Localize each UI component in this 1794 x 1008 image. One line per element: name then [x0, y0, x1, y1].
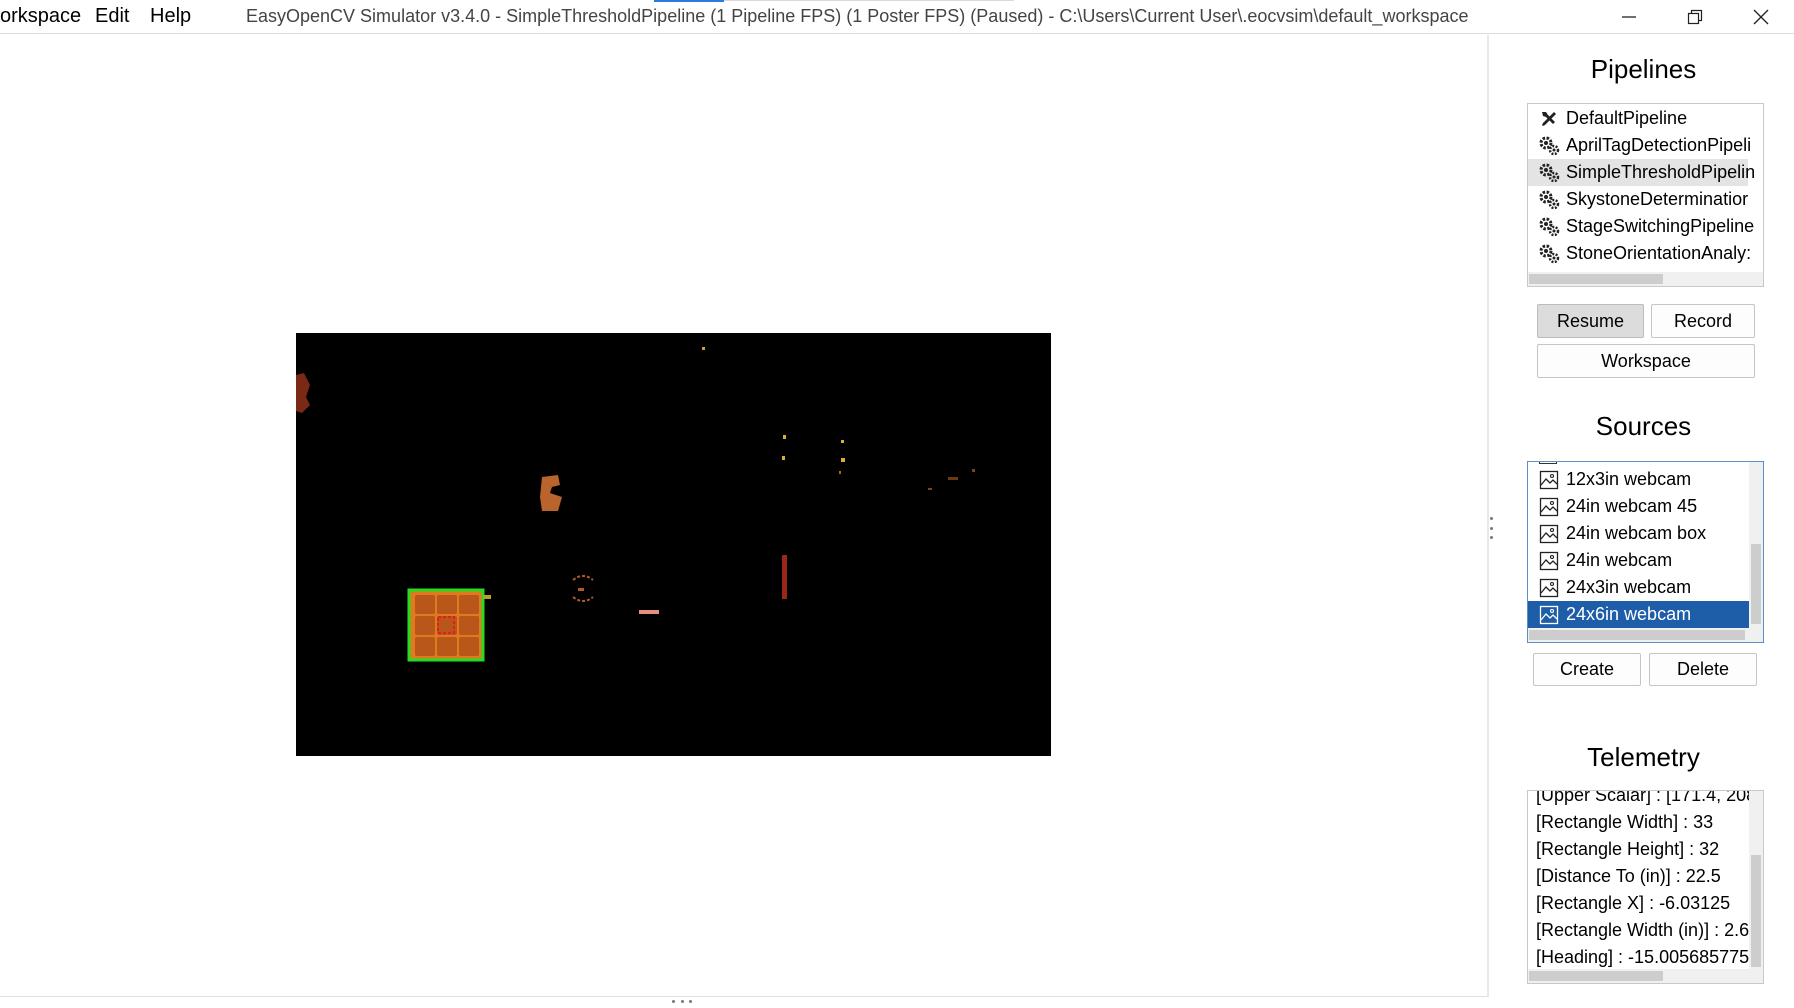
source-item-label: 24x6in webcam [1566, 604, 1692, 624]
viewport[interactable] [0, 35, 1488, 997]
image-icon [1538, 604, 1560, 626]
vertical-splitter[interactable] [1487, 35, 1489, 997]
telemetry-vertical-scrollbar[interactable] [1749, 791, 1763, 969]
sources-horizontal-scrollbar[interactable] [1528, 628, 1763, 642]
hammer-wrench-icon [1538, 108, 1560, 130]
sources-vertical-scrollbar[interactable] [1749, 462, 1763, 628]
telemetry-line: [Distance To (in)] : 22.5 [1536, 866, 1721, 886]
detected-object [407, 588, 491, 662]
pipeline-item-simplethreshold[interactable]: SimpleThresholdPipelin [1528, 159, 1755, 186]
scrollbar-thumb[interactable] [1751, 544, 1761, 624]
source-item-12x3in[interactable]: 12x3in webcam [1528, 466, 1749, 493]
gears-icon [1538, 243, 1560, 265]
source-item-24x3in[interactable]: 24x3in webcam [1528, 574, 1749, 601]
source-item-24x6in[interactable]: 24x6in webcam [1528, 601, 1749, 628]
source-item-label: 12x3in webcam [1566, 469, 1692, 489]
restore-icon [1687, 9, 1703, 25]
image-icon [1538, 523, 1560, 545]
scrollbar-thumb[interactable] [1529, 274, 1663, 284]
viewport-bottom-border [0, 996, 1488, 997]
side-panel: Pipelines DefaultPipeline AprilTagDetect… [1493, 35, 1794, 1008]
horizontal-splitter-handle[interactable] [672, 1000, 692, 1004]
pipeline-item-label: StageSwitchingPipeline [1566, 216, 1755, 236]
gears-icon [1538, 135, 1560, 157]
telemetry-title: Telemetry [1587, 742, 1700, 772]
menu-workspace[interactable]: orkspace [0, 5, 81, 28]
scrollbar-thumb[interactable] [1751, 855, 1761, 967]
source-item-label: 24x3in webcam [1566, 577, 1692, 597]
pipeline-item-skystone[interactable]: SkystoneDeterminatior [1528, 186, 1748, 213]
sources-title: Sources [1595, 411, 1692, 441]
gears-icon [1538, 189, 1560, 211]
pipeline-item-apriltag[interactable]: AprilTagDetectionPipeli [1528, 132, 1752, 159]
menu-help[interactable]: Help [150, 5, 191, 28]
sources-list[interactable]: 12x3in webcam 24in webcam 45 24in webcam… [1527, 461, 1764, 643]
pipeline-item-label: DefaultPipeline [1566, 108, 1688, 128]
telemetry-line: [Rectangle Height] : 32 [1536, 839, 1720, 859]
gears-icon [1538, 162, 1560, 184]
telemetry-list[interactable]: [Upper Scalar] : [171.4, 208 [Rectangle … [1527, 790, 1764, 984]
image-icon [1538, 550, 1560, 572]
gears-icon [1538, 216, 1560, 238]
resume-button[interactable]: Resume [1537, 304, 1644, 338]
pipeline-item-label: SkystoneDeterminatior [1566, 189, 1749, 209]
menu-edit[interactable]: Edit [95, 5, 129, 28]
source-item-24in[interactable]: 24in webcam [1528, 547, 1749, 574]
workspace-button[interactable]: Workspace [1537, 344, 1755, 378]
telemetry-line: [Rectangle X] : -6.03125 [1536, 893, 1731, 913]
title-accent [654, 0, 724, 2]
source-item-label: 24in webcam [1566, 550, 1673, 570]
close-icon [1753, 9, 1769, 25]
close-button[interactable] [1738, 2, 1784, 32]
image-icon [1538, 577, 1560, 599]
pipeline-item-defaultpipeline[interactable]: DefaultPipeline [1528, 105, 1748, 132]
pipeline-item-label: StoneOrientationAnaly: [1566, 243, 1752, 263]
record-button[interactable]: Record [1651, 304, 1755, 338]
minimize-button[interactable] [1606, 2, 1652, 32]
telemetry-line: [Rectangle Width (in)] : 2.64 [1536, 920, 1760, 940]
window-title: EasyOpenCV Simulator v3.4.0 - SimpleThre… [246, 6, 1469, 26]
pipelines-horizontal-scrollbar[interactable] [1528, 272, 1763, 286]
title-bar: orkspace Edit Help EasyOpenCV Simulator … [0, 0, 1794, 34]
scrollbar-thumb[interactable] [1529, 971, 1663, 981]
telemetry-line: [Rectangle Width] : 33 [1536, 812, 1714, 832]
telemetry-horizontal-scrollbar[interactable] [1528, 969, 1763, 983]
minimize-icon [1622, 16, 1636, 18]
pipeline-item-label: SimpleThresholdPipelin [1566, 162, 1756, 182]
image-icon [1538, 469, 1560, 491]
source-item-label: 24in webcam box [1566, 523, 1707, 543]
pipeline-item-stoneorientation[interactable]: StoneOrientationAnaly: [1528, 240, 1752, 267]
pipeline-item-stageswitching[interactable]: StageSwitchingPipeline [1528, 213, 1754, 240]
pipeline-item-label: AprilTagDetectionPipeli [1566, 135, 1752, 155]
image-icon [1538, 496, 1560, 518]
pipeline-output-image [296, 347, 975, 662]
pipelines-list[interactable]: DefaultPipeline AprilTagDetectionPipeli … [1527, 103, 1764, 287]
scrollbar-thumb[interactable] [1529, 630, 1745, 640]
title-accent-line [724, 0, 1014, 1]
source-item-24in-box[interactable]: 24in webcam box [1528, 520, 1749, 547]
camera-feed [296, 333, 1051, 756]
telemetry-line: [Heading] : -15.005685775 [1536, 947, 1750, 967]
telemetry-line: [Upper Scalar] : [171.4, 208 [1536, 790, 1757, 805]
delete-button[interactable]: Delete [1649, 653, 1757, 686]
source-item-24in-45[interactable]: 24in webcam 45 [1528, 493, 1749, 520]
pipelines-title: Pipelines [1590, 54, 1697, 84]
create-button[interactable]: Create [1533, 653, 1641, 686]
source-item-label: 24in webcam 45 [1566, 496, 1698, 516]
restore-button[interactable] [1672, 2, 1718, 32]
